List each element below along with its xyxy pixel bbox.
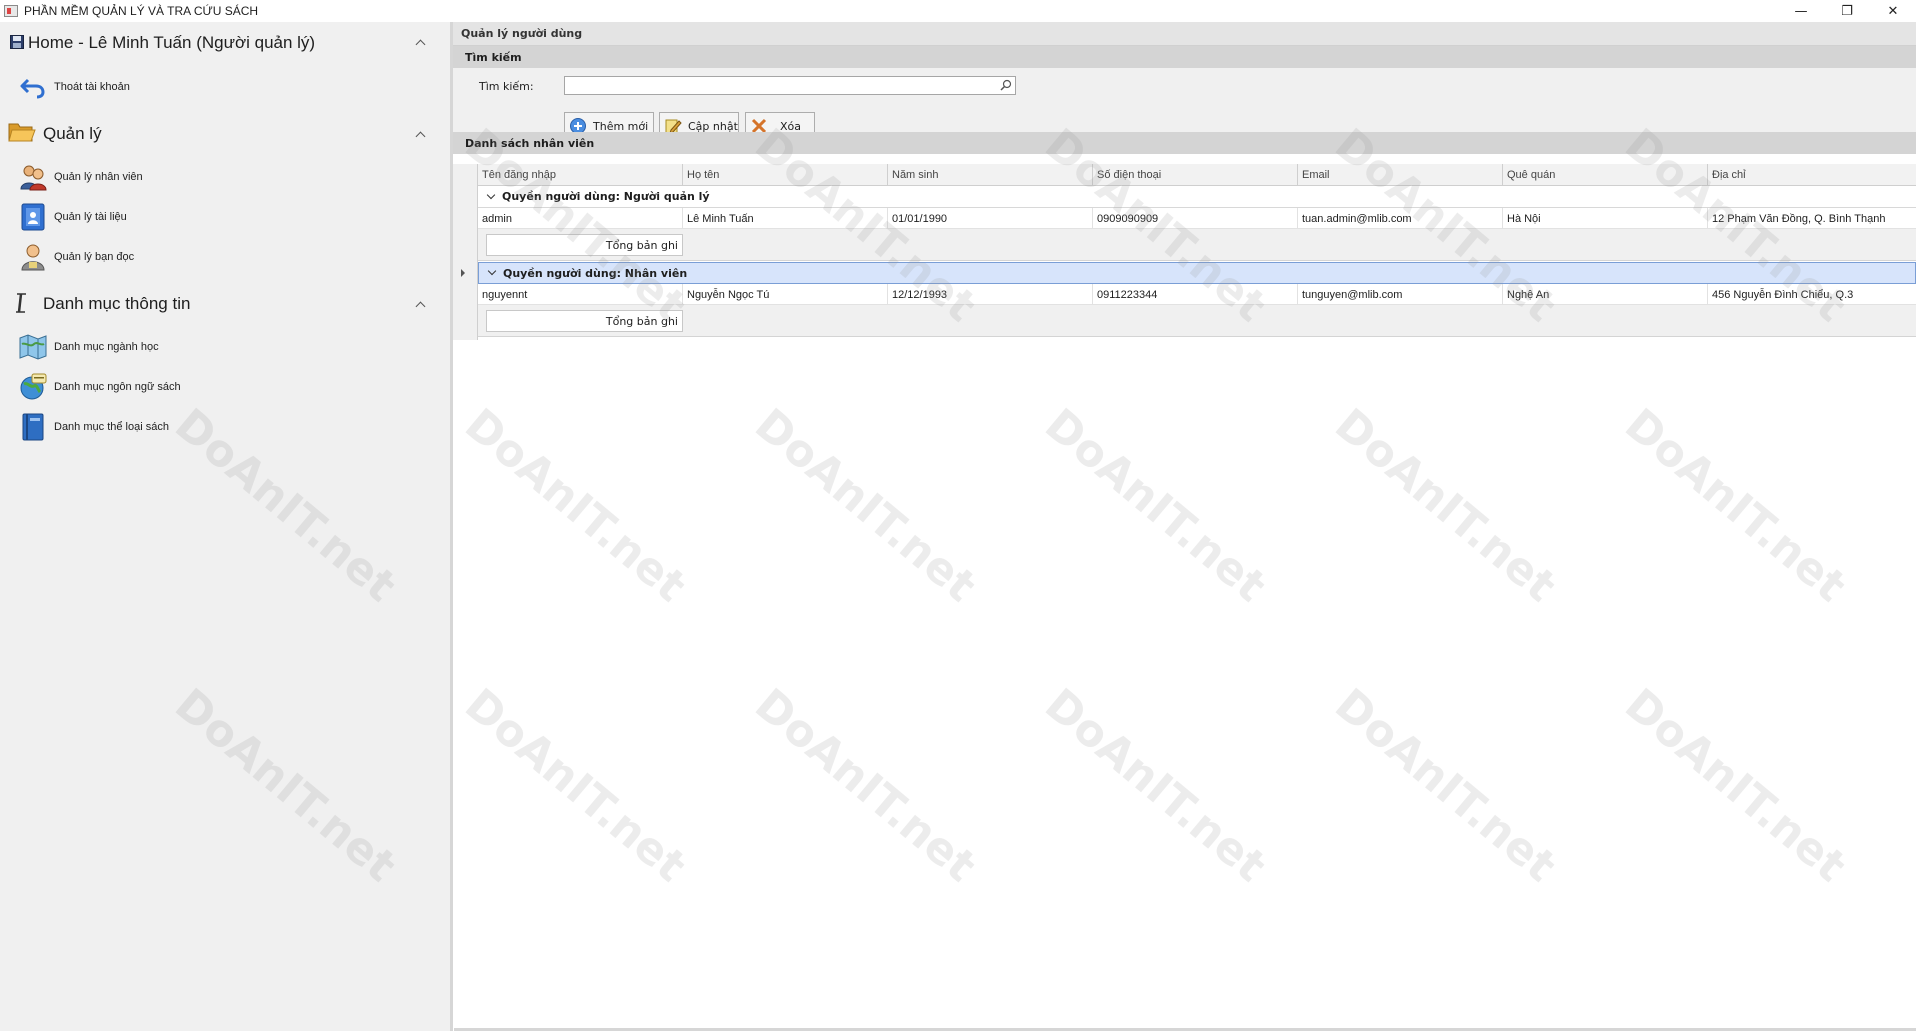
nav-item-label: Thoát tài khoản — [54, 81, 130, 93]
row-indicator-icon — [461, 269, 465, 277]
chevron-up-icon[interactable] — [416, 300, 426, 310]
nav-group-catalog[interactable]: Danh mục thông tin — [0, 288, 448, 318]
nav-item-label: Quản lý nhân viên — [54, 171, 143, 183]
search-area: Tìm kiếm: Thêm mới Cập nhật Xóa — [453, 68, 1916, 140]
nav-item-label: Danh mục ngành học — [54, 341, 159, 353]
table-cell[interactable]: Nguyễn Ngọc Tú — [683, 284, 888, 305]
save-disk-icon — [10, 35, 24, 49]
navigation-pane: Home - Lê Minh Tuấn (Người quản lý) Thoá… — [0, 22, 448, 1031]
nav-item-readers[interactable]: Quản lý bạn đọc — [18, 240, 134, 274]
row-selector-strip — [453, 164, 478, 340]
nav-item-label: Quản lý tài liệu — [54, 211, 127, 223]
grid-header-row: Tên đăng nhập Họ tên Năm sinh Số điện th… — [478, 164, 1916, 186]
table-cell[interactable]: tuan.admin@mlib.com — [1298, 208, 1503, 229]
record-count-box: Tổng bản ghi — [486, 234, 683, 256]
nav-item-label: Danh mục ngôn ngữ sách — [54, 381, 181, 393]
search-icon[interactable] — [1000, 79, 1012, 91]
table-cell[interactable]: 01/01/1990 — [888, 208, 1093, 229]
nav-item-label: Danh mục thể loại sách — [54, 421, 169, 433]
record-count-box: Tổng bản ghi — [486, 310, 683, 332]
search-input[interactable] — [565, 77, 1015, 94]
nav-group-title: Danh mục thông tin — [43, 294, 191, 313]
group-footer-row: Tổng bản ghi — [478, 229, 1916, 261]
table-cell[interactable]: 456 Nguyễn Đình Chiểu, Q.3 — [1708, 284, 1916, 305]
nav-group-home[interactable]: Home - Lê Minh Tuấn (Người quản lý) — [0, 28, 448, 58]
table-row[interactable]: nguyennt Nguyễn Ngọc Tú 12/12/1993 09112… — [478, 284, 1916, 305]
nav-group-title: Quản lý — [43, 124, 102, 143]
column-header[interactable]: Địa chỉ — [1708, 164, 1916, 186]
group-row-staff[interactable]: Quyền người dùng: Nhân viên — [478, 262, 1916, 284]
nav-item-majors[interactable]: Danh mục ngành học — [18, 330, 159, 364]
document-icon — [21, 203, 45, 231]
column-header[interactable]: Tên đăng nhập — [478, 164, 683, 186]
main-panel: Quản lý người dùng Tìm kiếm Tìm kiếm: Th… — [450, 22, 1916, 1031]
nav-group-manage[interactable]: Quản lý — [0, 118, 448, 148]
column-header[interactable]: Email — [1298, 164, 1503, 186]
column-header[interactable]: Họ tên — [683, 164, 888, 186]
nav-group-title: Home - Lê Minh Tuấn (Người quản lý) — [28, 33, 316, 52]
search-field[interactable] — [564, 76, 1016, 95]
nav-item-label: Quản lý bạn đọc — [54, 251, 135, 263]
table-cell[interactable]: 12 Phạm Văn Đồng, Q. Bình Thạnh — [1708, 208, 1916, 229]
nav-item-genres[interactable]: Danh mục thể loại sách — [18, 410, 169, 444]
table-cell[interactable]: Lê Minh Tuấn — [683, 208, 888, 229]
group-label: Quyền người dùng: Nhân viên — [503, 266, 688, 280]
chevron-down-icon[interactable] — [487, 268, 497, 278]
group-row-admin[interactable]: Quyền người dùng: Người quản lý — [478, 186, 1916, 208]
table-cell[interactable]: nguyennt — [478, 284, 683, 305]
group-label: Quyền người dùng: Người quản lý — [502, 190, 710, 203]
chevron-down-icon[interactable] — [486, 192, 496, 202]
search-label: Tìm kiếm: — [479, 80, 534, 93]
book-icon — [22, 413, 44, 441]
group-footer-row: Tổng bản ghi — [478, 305, 1916, 337]
list-section-header: Danh sách nhân viên — [453, 132, 1916, 154]
update-button-label: Cập nhật — [688, 119, 738, 133]
title-bar: PHẦN MỀM QUẢN LÝ VÀ TRA CỨU SÁCH — ❐ ✕ — [0, 0, 1916, 22]
chevron-up-icon[interactable] — [416, 130, 426, 140]
nav-item-employees[interactable]: Quản lý nhân viên — [18, 160, 143, 194]
table-row[interactable]: admin Lê Minh Tuấn 01/01/1990 0909090909… — [478, 208, 1916, 229]
column-header[interactable]: Năm sinh — [888, 164, 1093, 186]
nav-item-languages[interactable]: Danh mục ngôn ngữ sách — [18, 370, 181, 404]
table-cell[interactable]: 0911223344 — [1093, 284, 1298, 305]
delete-button-label: Xóa — [780, 119, 802, 133]
employee-grid: Danh sách nhân viên Tên đăng nhập Họ tên… — [453, 132, 1916, 372]
folder-open-icon — [8, 123, 36, 142]
table-cell[interactable]: admin — [478, 208, 683, 229]
add-button-label: Thêm mới — [593, 119, 649, 133]
page-title: Quản lý người dùng — [453, 22, 1916, 46]
table-cell[interactable]: 12/12/1993 — [888, 284, 1093, 305]
map-icon — [19, 334, 47, 360]
restore-button[interactable]: ❐ — [1824, 0, 1870, 22]
logout-arrow-icon — [20, 78, 45, 99]
window-controls: — ❐ ✕ — [1778, 0, 1916, 22]
table-cell[interactable]: 0909090909 — [1093, 208, 1298, 229]
column-header[interactable]: Quê quán — [1503, 164, 1708, 186]
text-cursor-icon — [16, 293, 26, 313]
nav-item-documents[interactable]: Quản lý tài liệu — [18, 200, 127, 234]
app-icon — [4, 5, 18, 17]
minimize-button[interactable]: — — [1778, 0, 1824, 22]
search-section-header: Tìm kiếm — [453, 46, 1916, 68]
window-title: PHẦN MỀM QUẢN LÝ VÀ TRA CỨU SÁCH — [24, 4, 259, 18]
close-button[interactable]: ✕ — [1870, 0, 1916, 22]
nav-item-logout[interactable]: Thoát tài khoản — [18, 70, 130, 104]
reader-icon — [21, 244, 45, 271]
table-cell[interactable]: Hà Nội — [1503, 208, 1708, 229]
table-cell[interactable]: tunguyen@mlib.com — [1298, 284, 1503, 305]
chevron-up-icon[interactable] — [416, 38, 426, 48]
table-cell[interactable]: Nghệ An — [1503, 284, 1708, 305]
users-icon — [20, 165, 47, 191]
globe-icon — [20, 373, 47, 400]
column-header[interactable]: Số điện thoại — [1093, 164, 1298, 186]
